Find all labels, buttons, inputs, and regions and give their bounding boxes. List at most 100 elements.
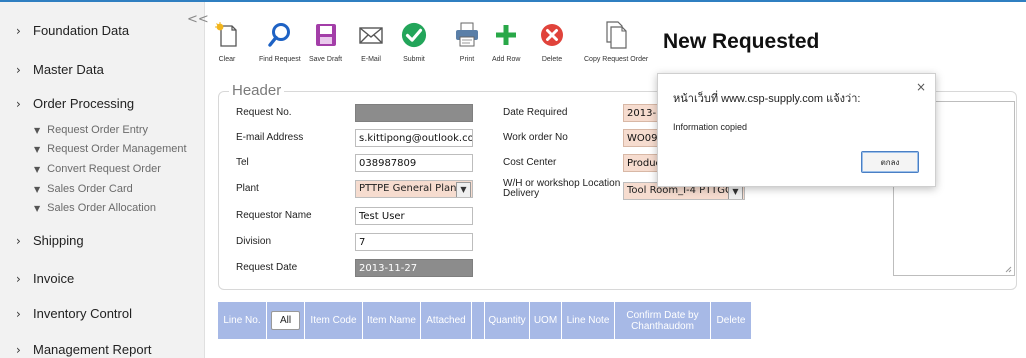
search-icon [267,22,293,48]
column-line-no: Line No. [218,302,267,339]
sidebar-subitem-label: Sales Order Allocation [47,202,156,214]
submit-label: Submit [403,56,425,63]
select-all-button[interactable]: All [270,311,301,330]
sidebar-subitem-convert-request-order[interactable]: ▼ Convert Request Order [34,163,161,175]
column-attached: Attached [421,302,472,339]
sidebar-item-inventory-control[interactable]: › Inventory Control [16,306,132,321]
submit-button[interactable]: Submit [401,22,427,63]
clear-label: Clear [218,56,236,63]
tel-label: Tel [236,157,249,168]
email-button[interactable]: E-Mail [358,22,384,63]
location-label: W/H or workshop Location Delivery [503,179,620,199]
sidebar-item-order-processing[interactable]: › Order Processing [16,96,134,111]
sidebar-collapse-button[interactable]: << [187,12,209,27]
plus-icon [493,22,519,48]
chevron-right-icon: › [16,342,21,357]
delete-button[interactable]: Delete [539,22,565,63]
email-icon [358,22,384,48]
page-title: New Requested [663,30,820,53]
clear-document-icon [214,22,240,48]
plant-select[interactable]: PTTPE General Plant ▼ [355,180,473,198]
tel-field[interactable]: 038987809 [355,154,473,172]
email-address-field[interactable]: s.kittipong@outlook.com [355,129,473,147]
checkmark-icon [401,22,427,48]
save-draft-button[interactable]: Save Draft [309,22,342,63]
column-confirm-date-line1: Confirm Date by [626,309,699,321]
item-table-header: Line No. All Item Code Item Name Attache… [218,302,751,339]
sidebar-item-label: Shipping [33,233,84,248]
division-label: Division [236,236,272,247]
sidebar-item-master-data[interactable]: › Master Data [16,62,104,77]
column-confirm-date: Confirm Date by Chanthaudom [615,302,711,339]
print-label: Print [459,56,475,63]
find-request-button[interactable]: Find Request [259,22,301,63]
sidebar-item-label: Master Data [33,62,104,77]
add-row-button[interactable]: Add Row [492,22,520,63]
chevron-right-icon: › [16,233,21,248]
column-item-code: Item Code [305,302,363,339]
email-label: E-Mail [361,56,381,63]
column-all: All [267,302,305,339]
chevron-down-icon: ▼ [34,144,41,154]
date-required-label: Date Required [503,107,568,118]
chevron-down-icon: ▼ [34,164,41,174]
save-draft-label: Save Draft [309,56,343,63]
sidebar-subitem-label: Sales Order Card [47,183,133,195]
delete-icon [539,22,565,48]
add-row-label: Add Row [492,56,521,63]
sidebar-subitem-sales-order-allocation[interactable]: ▼ Sales Order Allocation [34,202,156,214]
save-icon [313,22,339,48]
chevron-right-icon: › [16,96,21,111]
sidebar-subitem-sales-order-card[interactable]: ▼ Sales Order Card [34,183,133,195]
chevron-down-icon: ▼ [34,184,41,194]
column-line-note: Line Note [562,302,615,339]
column-quantity: Quantity [485,302,530,339]
dialog-title: หน้าเว็บที่ www.csp-supply.com แจ้งว่า: [673,93,861,105]
plant-label: Plant [236,183,259,194]
sidebar-item-management-report[interactable]: › Management Report [16,342,152,357]
column-delete: Delete [716,315,746,326]
sidebar: << › Foundation Data › Master Data › Ord… [0,2,209,358]
chevron-down-icon: ▼ [34,125,41,135]
sidebar-item-label: Order Processing [33,96,135,111]
requestor-name-field[interactable]: Test User [355,207,473,225]
copy-icon [603,21,629,49]
column-confirm-date-line2: Chanthaudom [631,320,694,332]
chevron-right-icon: › [16,62,21,77]
sidebar-item-label: Management Report [33,342,152,357]
print-button[interactable]: Print [454,22,480,63]
sidebar-item-label: Foundation Data [33,23,130,38]
column-item-name: Item Name [363,302,421,339]
chevron-right-icon: › [16,23,21,38]
sidebar-item-shipping[interactable]: › Shipping [16,233,84,248]
sidebar-item-label: Inventory Control [33,306,132,321]
close-icon[interactable]: × [916,80,926,94]
work-order-label: Work order No [503,132,568,143]
delete-label: Delete [541,56,563,63]
sidebar-subitem-request-order-management[interactable]: ▼ Request Order Management [34,143,187,155]
cost-center-label: Cost Center [503,157,557,168]
sidebar-subitem-label: Convert Request Order [47,163,161,175]
find-request-label: Find Request [259,56,301,63]
printer-icon [454,22,480,48]
copy-request-order-label: Copy Request Order [584,56,649,63]
dropdown-arrow-icon: ▼ [456,182,471,197]
division-field[interactable]: 7 [355,233,473,251]
request-date-field: 2013-11-27 [355,259,473,277]
clear-button[interactable]: Clear [214,22,240,63]
requestor-name-label: Requestor Name [236,210,312,221]
email-address-label: E-mail Address [236,132,304,143]
request-no-field [355,104,473,122]
dialog-message: Information copied [673,122,748,132]
sidebar-subitem-label: Request Order Management [47,143,187,155]
copy-request-order-button[interactable]: Copy Request Order [584,21,649,63]
ok-button[interactable]: ตกลง [861,151,919,173]
resize-handle-icon[interactable] [1005,266,1012,273]
chevron-right-icon: › [16,306,21,321]
sidebar-item-label: Invoice [33,271,75,286]
sidebar-item-foundation-data[interactable]: › Foundation Data [16,23,129,38]
sidebar-item-invoice[interactable]: › Invoice [16,271,74,286]
location-label-line2: Delivery [503,188,540,199]
chevron-right-icon: › [16,271,21,286]
sidebar-subitem-request-order-entry[interactable]: ▼ Request Order Entry [34,124,148,136]
